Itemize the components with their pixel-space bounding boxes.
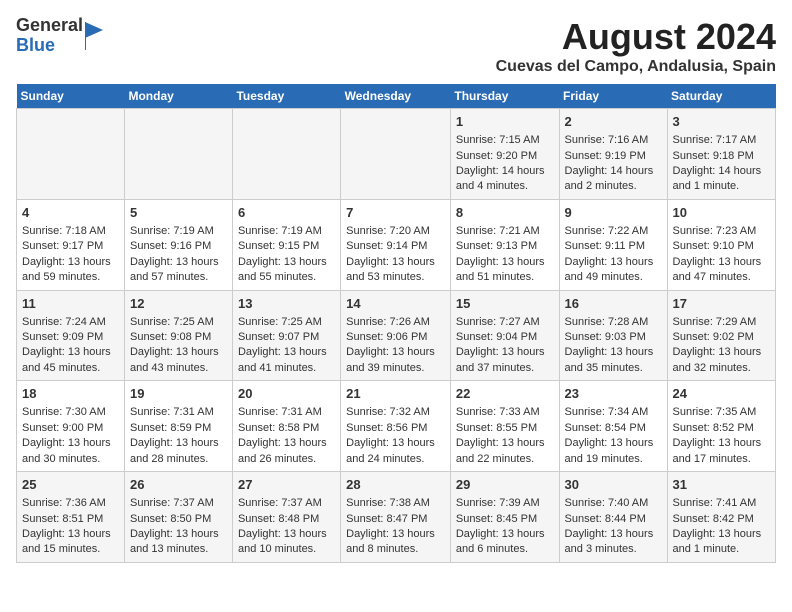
day-number: 24 [673, 385, 770, 403]
calendar-cell: 17Sunrise: 7:29 AMSunset: 9:02 PMDayligh… [667, 290, 775, 381]
day-number: 29 [456, 476, 554, 494]
calendar-subtitle: Cuevas del Campo, Andalusia, Spain [496, 58, 776, 76]
calendar-cell [17, 109, 125, 200]
calendar-cell [341, 109, 451, 200]
calendar-cell: 19Sunrise: 7:31 AMSunset: 8:59 PMDayligh… [124, 381, 232, 472]
day-number: 26 [130, 476, 227, 494]
calendar-cell [232, 109, 340, 200]
calendar-cell: 12Sunrise: 7:25 AMSunset: 9:08 PMDayligh… [124, 290, 232, 381]
calendar-cell: 7Sunrise: 7:20 AMSunset: 9:14 PMDaylight… [341, 199, 451, 290]
day-number: 5 [130, 204, 227, 222]
day-number: 6 [238, 204, 335, 222]
calendar-cell: 5Sunrise: 7:19 AMSunset: 9:16 PMDaylight… [124, 199, 232, 290]
day-number: 22 [456, 385, 554, 403]
logo-blue: Blue [16, 36, 83, 56]
calendar-cell: 18Sunrise: 7:30 AMSunset: 9:00 PMDayligh… [17, 381, 125, 472]
calendar-cell: 8Sunrise: 7:21 AMSunset: 9:13 PMDaylight… [450, 199, 559, 290]
calendar-cell: 2Sunrise: 7:16 AMSunset: 9:19 PMDaylight… [559, 109, 667, 200]
calendar-cell: 13Sunrise: 7:25 AMSunset: 9:07 PMDayligh… [232, 290, 340, 381]
day-number: 2 [565, 113, 662, 131]
calendar-cell: 20Sunrise: 7:31 AMSunset: 8:58 PMDayligh… [232, 381, 340, 472]
calendar-cell: 1Sunrise: 7:15 AMSunset: 9:20 PMDaylight… [450, 109, 559, 200]
calendar-cell: 31Sunrise: 7:41 AMSunset: 8:42 PMDayligh… [667, 472, 775, 563]
weekday-header-sunday: Sunday [17, 84, 125, 109]
calendar-week-row: 1Sunrise: 7:15 AMSunset: 9:20 PMDaylight… [17, 109, 776, 200]
day-number: 21 [346, 385, 445, 403]
calendar-week-row: 11Sunrise: 7:24 AMSunset: 9:09 PMDayligh… [17, 290, 776, 381]
title-block: August 2024 Cuevas del Campo, Andalusia,… [496, 16, 776, 76]
day-number: 15 [456, 295, 554, 313]
day-number: 13 [238, 295, 335, 313]
day-number: 4 [22, 204, 119, 222]
day-number: 20 [238, 385, 335, 403]
logo: General Blue [16, 16, 103, 56]
day-number: 19 [130, 385, 227, 403]
logo-flag-icon [85, 22, 103, 50]
day-number: 28 [346, 476, 445, 494]
day-number: 7 [346, 204, 445, 222]
calendar-cell: 22Sunrise: 7:33 AMSunset: 8:55 PMDayligh… [450, 381, 559, 472]
day-number: 10 [673, 204, 770, 222]
logo-text: General Blue [16, 16, 83, 56]
day-number: 14 [346, 295, 445, 313]
day-number: 12 [130, 295, 227, 313]
day-number: 27 [238, 476, 335, 494]
day-number: 18 [22, 385, 119, 403]
day-number: 16 [565, 295, 662, 313]
day-number: 25 [22, 476, 119, 494]
calendar-cell: 15Sunrise: 7:27 AMSunset: 9:04 PMDayligh… [450, 290, 559, 381]
day-number: 30 [565, 476, 662, 494]
weekday-header-row: SundayMondayTuesdayWednesdayThursdayFrid… [17, 84, 776, 109]
calendar-cell: 6Sunrise: 7:19 AMSunset: 9:15 PMDaylight… [232, 199, 340, 290]
calendar-cell: 4Sunrise: 7:18 AMSunset: 9:17 PMDaylight… [17, 199, 125, 290]
calendar-cell [124, 109, 232, 200]
day-number: 23 [565, 385, 662, 403]
calendar-cell: 9Sunrise: 7:22 AMSunset: 9:11 PMDaylight… [559, 199, 667, 290]
day-number: 1 [456, 113, 554, 131]
calendar-cell: 25Sunrise: 7:36 AMSunset: 8:51 PMDayligh… [17, 472, 125, 563]
weekday-header-saturday: Saturday [667, 84, 775, 109]
calendar-cell: 24Sunrise: 7:35 AMSunset: 8:52 PMDayligh… [667, 381, 775, 472]
calendar-week-row: 18Sunrise: 7:30 AMSunset: 9:00 PMDayligh… [17, 381, 776, 472]
weekday-header-wednesday: Wednesday [341, 84, 451, 109]
calendar-cell: 3Sunrise: 7:17 AMSunset: 9:18 PMDaylight… [667, 109, 775, 200]
day-number: 3 [673, 113, 770, 131]
calendar-cell: 29Sunrise: 7:39 AMSunset: 8:45 PMDayligh… [450, 472, 559, 563]
logo-general: General [16, 16, 83, 36]
calendar-title: August 2024 [496, 16, 776, 58]
page-header: General Blue August 2024 Cuevas del Camp… [16, 16, 776, 76]
calendar-cell: 21Sunrise: 7:32 AMSunset: 8:56 PMDayligh… [341, 381, 451, 472]
calendar-table: SundayMondayTuesdayWednesdayThursdayFrid… [16, 84, 776, 563]
calendar-week-row: 4Sunrise: 7:18 AMSunset: 9:17 PMDaylight… [17, 199, 776, 290]
calendar-cell: 11Sunrise: 7:24 AMSunset: 9:09 PMDayligh… [17, 290, 125, 381]
calendar-week-row: 25Sunrise: 7:36 AMSunset: 8:51 PMDayligh… [17, 472, 776, 563]
calendar-cell: 27Sunrise: 7:37 AMSunset: 8:48 PMDayligh… [232, 472, 340, 563]
calendar-cell: 28Sunrise: 7:38 AMSunset: 8:47 PMDayligh… [341, 472, 451, 563]
weekday-header-monday: Monday [124, 84, 232, 109]
weekday-header-tuesday: Tuesday [232, 84, 340, 109]
calendar-cell: 30Sunrise: 7:40 AMSunset: 8:44 PMDayligh… [559, 472, 667, 563]
weekday-header-thursday: Thursday [450, 84, 559, 109]
calendar-cell: 10Sunrise: 7:23 AMSunset: 9:10 PMDayligh… [667, 199, 775, 290]
calendar-cell: 16Sunrise: 7:28 AMSunset: 9:03 PMDayligh… [559, 290, 667, 381]
day-number: 31 [673, 476, 770, 494]
weekday-header-friday: Friday [559, 84, 667, 109]
calendar-cell: 14Sunrise: 7:26 AMSunset: 9:06 PMDayligh… [341, 290, 451, 381]
calendar-cell: 23Sunrise: 7:34 AMSunset: 8:54 PMDayligh… [559, 381, 667, 472]
day-number: 17 [673, 295, 770, 313]
calendar-cell: 26Sunrise: 7:37 AMSunset: 8:50 PMDayligh… [124, 472, 232, 563]
day-number: 11 [22, 295, 119, 313]
day-number: 8 [456, 204, 554, 222]
day-number: 9 [565, 204, 662, 222]
